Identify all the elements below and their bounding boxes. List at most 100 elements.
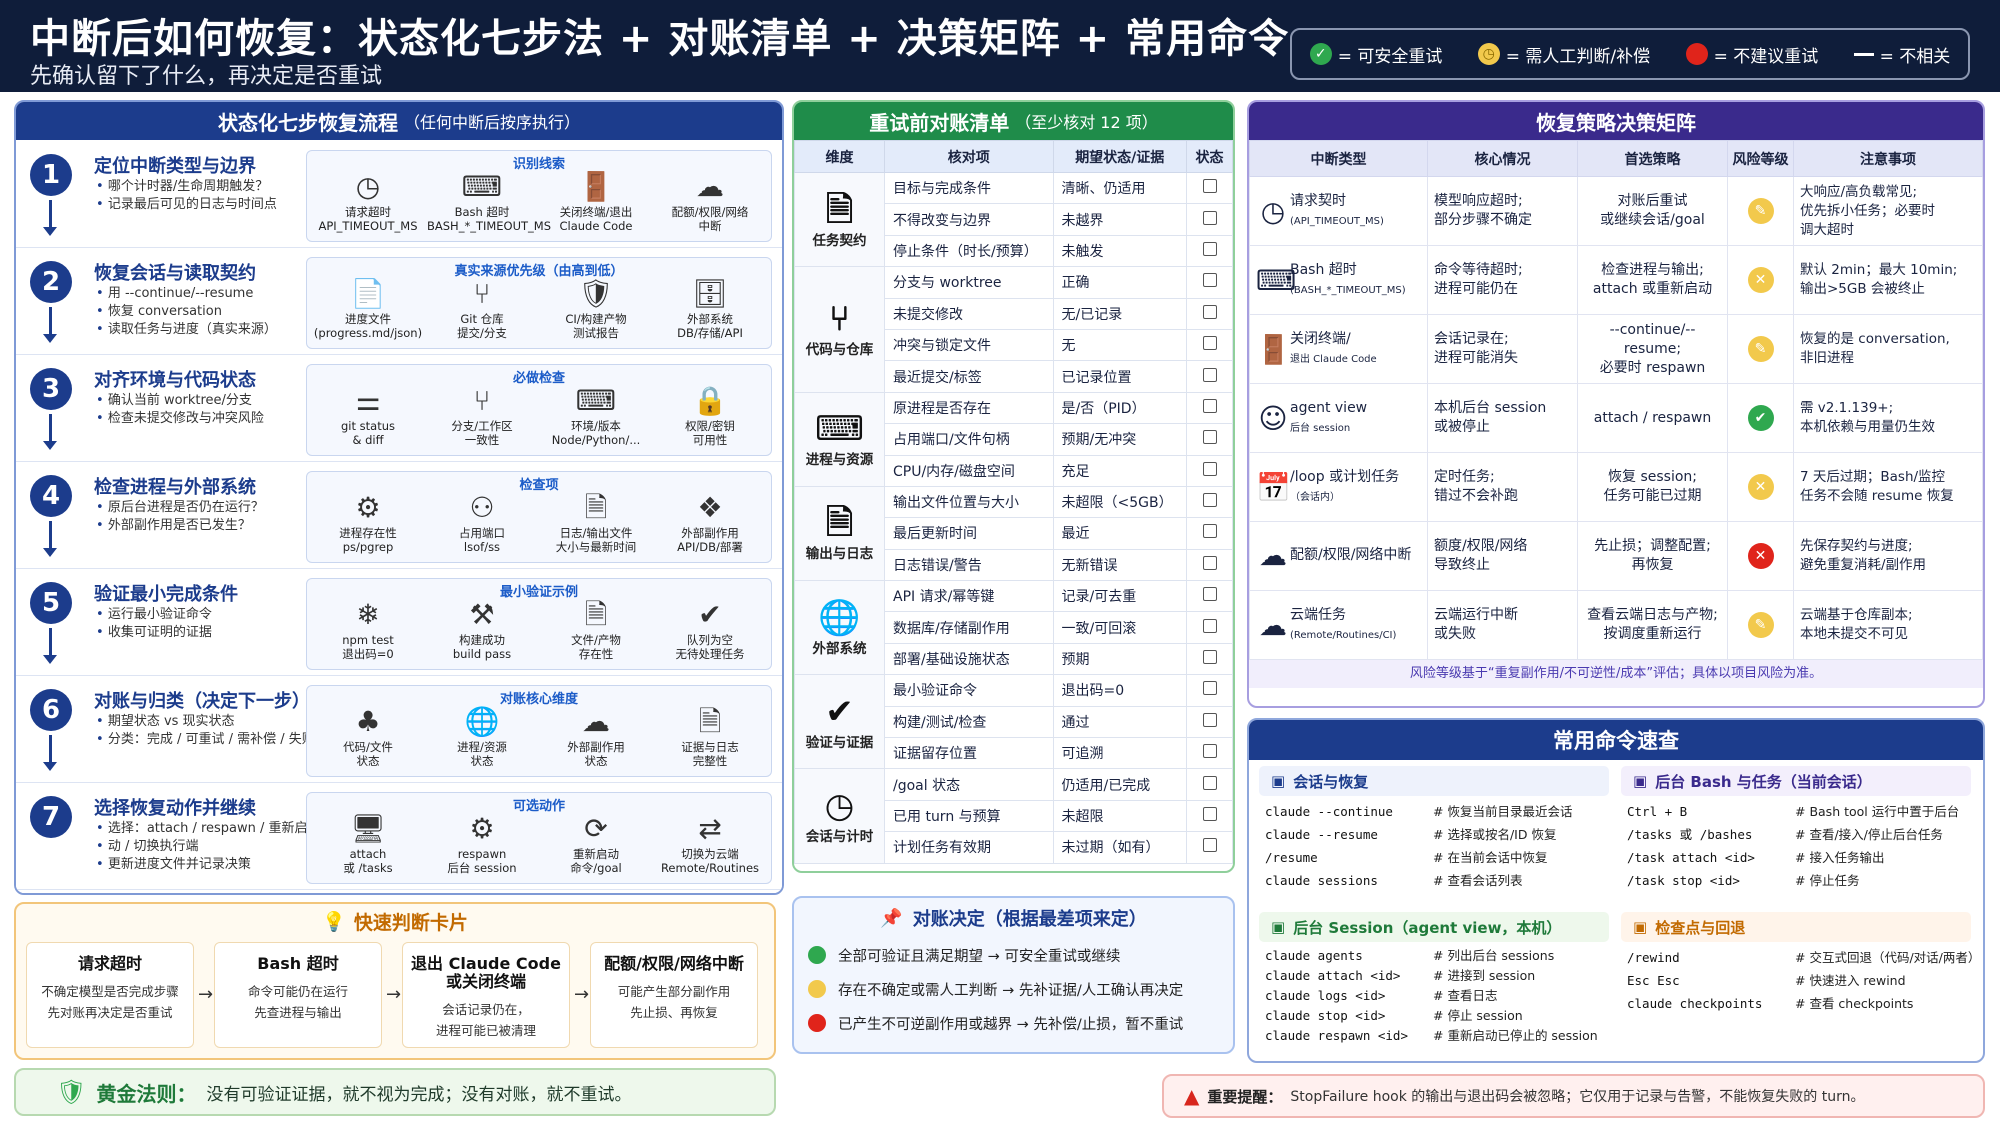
- status-checkbox[interactable]: [1202, 304, 1217, 319]
- command-text[interactable]: /task stop <id>: [1627, 869, 1795, 892]
- terminal-icon: ⌨: [575, 384, 617, 417]
- command-text[interactable]: /task attach <id>: [1627, 846, 1795, 869]
- status-checkbox[interactable]: [1202, 712, 1217, 727]
- status-cell: [1186, 642, 1233, 676]
- step-bullet: 恢复 conversation: [96, 303, 222, 320]
- status-checkbox[interactable]: [1202, 838, 1217, 853]
- command-text[interactable]: claude stop <id>: [1265, 1006, 1433, 1026]
- core-situation: 定时任务; 错过不会补跑: [1427, 452, 1578, 522]
- status-checkbox[interactable]: [1202, 336, 1217, 351]
- checklist-panel: 重试前对账清单 （至少核对 12 项） 维度 核对项 期望状态/证据 状态 🗎 任务契约 目标…: [792, 100, 1235, 873]
- status-checkbox[interactable]: [1202, 807, 1217, 821]
- quick-card-title: 请求超时: [77, 954, 142, 973]
- check-icon: ✓: [1309, 43, 1332, 65]
- checklist-dimension: 🌐 外部系统: [794, 580, 885, 676]
- expected-state: 无: [1052, 328, 1188, 362]
- step-number: 4: [30, 475, 72, 517]
- cloud-icon: ☁: [1259, 608, 1287, 642]
- command-comment: # 列出后台 sessions: [1433, 948, 1555, 963]
- cloud-icon: ☁: [582, 705, 610, 738]
- status-checkbox[interactable]: [1202, 681, 1217, 696]
- risk-level: ✎: [1727, 176, 1794, 246]
- command-text[interactable]: /resume: [1265, 846, 1433, 869]
- clue-item: ⟳ 重新启动 命令/goal: [541, 811, 651, 875]
- door-icon: 🚪: [1256, 332, 1291, 366]
- clue-item: ⑂ Git 仓库 提交/分支: [427, 276, 537, 340]
- command-text[interactable]: /rewind: [1627, 946, 1795, 969]
- status-checkbox[interactable]: [1202, 273, 1217, 288]
- status-cell: [1186, 548, 1233, 582]
- db-icon: 🗄: [692, 277, 728, 310]
- command-text[interactable]: claude sessions: [1265, 869, 1433, 892]
- matrix-footnote: 风险等级基于“重复副作用/不可逆性/成本”评估；具体以项目风险为准。: [1249, 660, 1983, 688]
- step-bullet: 动 / 切换执行端: [96, 838, 199, 855]
- command-text[interactable]: /tasks 或 /bashes: [1627, 823, 1795, 846]
- expected-state: 可追溯: [1052, 737, 1188, 770]
- status-checkbox[interactable]: [1202, 775, 1217, 790]
- dash-icon: [1853, 52, 1874, 56]
- status-checkbox[interactable]: [1202, 367, 1217, 382]
- table-row: ◷ 请求契时 (API_TIMEOUT_MS) 模型响应超时; 部分步骤不确定 对账后…: [1249, 176, 1983, 246]
- step-bullet: 收集可证明的证据: [96, 624, 212, 641]
- quick-card-title: 配额/权限/网络中断: [604, 954, 744, 973]
- clue-item: 🗎 证据与日志 完整性: [655, 704, 765, 768]
- status-checkbox[interactable]: [1202, 618, 1217, 633]
- status-checkbox[interactable]: [1202, 430, 1217, 445]
- table-row: ☁ 配额/权限/网络中断 额度/权限/网络 导致终止 先止损；调整配置; 再恢复 ✕ …: [1249, 521, 1983, 591]
- command-text[interactable]: claude checkpoints: [1627, 992, 1795, 1015]
- expected-state: 通过: [1052, 705, 1188, 739]
- sliders-icon: ⚌: [355, 384, 381, 417]
- status-checkbox[interactable]: [1202, 524, 1217, 539]
- status-checkbox[interactable]: [1202, 650, 1217, 665]
- command-section-title: ▣ 会话与恢复: [1259, 766, 1609, 796]
- command-row: /resume # 在当前会话中恢复: [1265, 846, 1572, 869]
- calendar-icon: 📅: [1256, 470, 1291, 504]
- command-text[interactable]: Esc Esc: [1627, 969, 1795, 992]
- command-text[interactable]: claude --resume: [1265, 823, 1433, 846]
- risk-yellow-x-icon: ✕: [1747, 267, 1774, 293]
- command-text[interactable]: claude logs <id>: [1265, 986, 1433, 1006]
- status-checkbox[interactable]: [1202, 461, 1217, 476]
- status-checkbox[interactable]: [1202, 744, 1217, 759]
- step-number: 1: [30, 154, 72, 196]
- status-checkbox[interactable]: [1202, 398, 1217, 413]
- command-text[interactable]: claude --continue: [1265, 800, 1433, 823]
- command-text[interactable]: claude agents: [1265, 946, 1433, 966]
- table-row: 🌐 外部系统 API 请求/幂等键 记录/可去重: [794, 580, 1233, 676]
- matrix-header: 中断类型: [1249, 140, 1428, 177]
- command-text[interactable]: claude attach <id>: [1265, 966, 1433, 986]
- step-bullet: 检查未提交修改与冲突风险: [96, 410, 264, 427]
- command-text[interactable]: claude respawn <id>: [1265, 1026, 1433, 1046]
- expected-state: 无新错误: [1052, 548, 1188, 582]
- step-4: 4检查进程与外部系统原后台进程是否仍在运行？外部副作用是否已发生？检查项⚙进程存…: [16, 465, 782, 569]
- status-checkbox[interactable]: [1202, 493, 1217, 508]
- check-item: 数据库/存储副作用: [884, 611, 1054, 644]
- expected-state: 预期/无冲突: [1052, 423, 1188, 456]
- step-title: 验证最小完成条件: [94, 584, 238, 605]
- check-item: 不得改变与边界: [884, 203, 1054, 236]
- command-row: claude --continue # 恢复当前目录最近会话: [1265, 800, 1572, 823]
- preferred-strategy: --continue/--resume; 必要时 respawn: [1577, 314, 1728, 384]
- status-dot-icon: [808, 980, 826, 998]
- status-checkbox[interactable]: [1202, 555, 1217, 570]
- step-number: 7: [30, 796, 72, 838]
- check-item: 停止条件（时长/预算）: [884, 234, 1054, 268]
- status-checkbox[interactable]: [1202, 210, 1217, 225]
- command-text[interactable]: Ctrl + B: [1627, 800, 1795, 823]
- clue-item: 🚪 关闭终端/退出 Claude Code: [541, 169, 651, 233]
- status-checkbox[interactable]: [1202, 587, 1217, 602]
- command-comment: # 恢复当前目录最近会话: [1433, 804, 1573, 819]
- quick-card-desc: 命令可能仍在运行: [247, 984, 348, 999]
- risk-level: ✕: [1727, 521, 1794, 591]
- preferred-strategy: attach / respawn: [1577, 383, 1728, 453]
- status-checkbox[interactable]: [1202, 241, 1217, 256]
- restart-icon: ⟳: [584, 812, 608, 845]
- status-checkbox[interactable]: [1202, 179, 1217, 194]
- matrix-table: 中断类型 核心情况 首选策略 风险等级 注意事项 ◷ 请求契时 (API_TIMEOUT_M…: [1249, 140, 1983, 660]
- port-icon: ⚇: [469, 491, 495, 524]
- doc-icon: 🗎: [584, 598, 608, 631]
- monitor-icon: ▣: [1271, 918, 1286, 936]
- clue-item: ⚒ 构建成功 build pass: [427, 597, 537, 661]
- command-comment: # 进接到 session: [1433, 968, 1536, 983]
- interrupt-type: ☁ 配额/权限/网络中断: [1249, 521, 1428, 591]
